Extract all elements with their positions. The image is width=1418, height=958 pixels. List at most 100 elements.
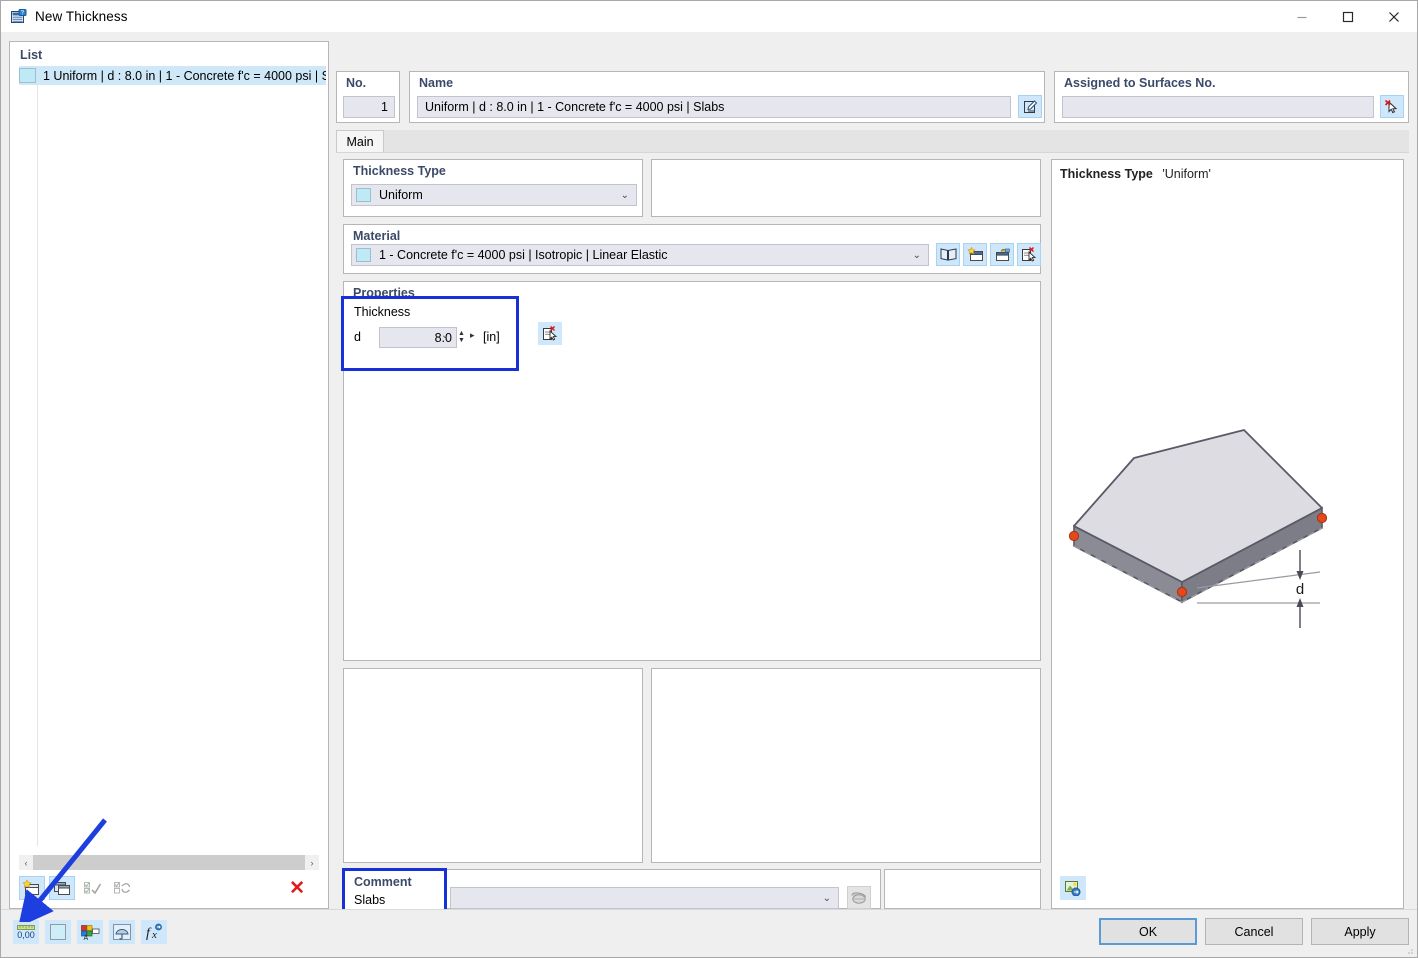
material-library-button[interactable] bbox=[936, 243, 960, 266]
list-toolbar: ✕ bbox=[19, 874, 319, 902]
scroll-left-icon[interactable]: ‹ bbox=[19, 858, 33, 868]
list-item[interactable]: 1 Uniform | d : 8.0 in | 1 - Concrete f'… bbox=[19, 66, 326, 85]
new-material-star-icon[interactable] bbox=[963, 243, 987, 266]
properties-group: Properties Thickness d 8.0 ⌄ ▲ ▼ ▸ [in] bbox=[343, 281, 1041, 661]
preview-image-icon[interactable] bbox=[1060, 876, 1086, 900]
comment-right-panel bbox=[884, 869, 1041, 909]
thickness-type-group: Thickness Type Uniform ⌄ bbox=[343, 159, 643, 217]
chevron-down-icon[interactable]: ⌄ bbox=[441, 330, 449, 341]
thickness-type-info-panel bbox=[651, 159, 1041, 217]
list-horizontal-scrollbar[interactable]: ‹ › bbox=[19, 855, 319, 870]
name-input[interactable]: Uniform | d : 8.0 in | 1 - Concrete f'c … bbox=[417, 96, 1011, 118]
maximize-button[interactable] bbox=[1325, 1, 1371, 32]
thickness-symbol-label: d bbox=[354, 330, 361, 344]
status-bar-icons: 0,00 A bbox=[13, 920, 167, 944]
thickness-highlight-box: Thickness d 8.0 ⌄ ▲ ▼ ▸ [in] bbox=[341, 296, 519, 371]
chevron-down-icon[interactable]: ⌄ bbox=[823, 893, 831, 904]
list-panel: List 1 Uniform | d : 8.0 in | 1 - Concre… bbox=[9, 41, 329, 909]
clear-value-cursor-icon[interactable] bbox=[538, 322, 562, 345]
comment-input[interactable]: ⌄ bbox=[450, 887, 839, 909]
assigned-surfaces-label: Assigned to Surfaces No. bbox=[1064, 76, 1215, 90]
preview-panel: Thickness Type 'Uniform' bbox=[1051, 159, 1404, 909]
svg-text:x: x bbox=[151, 929, 157, 941]
preview-title-prefix: Thickness Type bbox=[1060, 167, 1153, 181]
pick-material-cursor-icon[interactable] bbox=[1017, 243, 1041, 266]
tab-strip: Main bbox=[336, 130, 1409, 152]
thickness-stepper[interactable]: ▲ ▼ bbox=[457, 328, 466, 346]
minimize-button[interactable] bbox=[1279, 1, 1325, 32]
thickness-type-swatch bbox=[356, 188, 371, 202]
delete-thickness-button[interactable]: ✕ bbox=[289, 877, 305, 900]
thickness-group-label: Thickness bbox=[354, 305, 410, 319]
thickness-list[interactable]: 1 Uniform | d : 8.0 in | 1 - Concrete f'… bbox=[19, 66, 326, 846]
thickness-more-arrow-icon[interactable]: ▸ bbox=[470, 330, 475, 341]
formula-button[interactable]: f x bbox=[141, 920, 167, 944]
thickness-color-swatch bbox=[19, 68, 36, 83]
comment-value: Slabs bbox=[354, 893, 385, 907]
window-controls bbox=[1279, 1, 1417, 32]
preview-title: Thickness Type 'Uniform' bbox=[1060, 167, 1211, 181]
main-tab-page: Thickness Type Uniform ⌄ Material 1 - Co… bbox=[336, 152, 1409, 909]
list-panel-title: List bbox=[20, 48, 42, 62]
stepper-down-icon[interactable]: ▼ bbox=[458, 337, 465, 344]
name-group: Name Uniform | d : 8.0 in | 1 - Concrete… bbox=[409, 71, 1045, 123]
apply-button[interactable]: Apply bbox=[1311, 918, 1409, 945]
thickness-window-icon: ? bbox=[11, 9, 27, 25]
thickness-type-select[interactable]: Uniform ⌄ bbox=[351, 184, 637, 206]
pick-cursor-icon[interactable] bbox=[1380, 95, 1404, 118]
thickness-type-label: Thickness Type bbox=[353, 164, 446, 178]
comment-highlight-box: Comment Slabs bbox=[342, 868, 447, 912]
decimal-places-button[interactable]: 0,00 bbox=[13, 920, 39, 944]
dialog-buttons: OK Cancel Apply bbox=[1099, 918, 1409, 945]
scroll-right-icon[interactable]: › bbox=[305, 858, 319, 868]
thickness-preview-illustration: d bbox=[1052, 410, 1403, 670]
lower-left-panel bbox=[343, 668, 643, 863]
material-swatch bbox=[356, 248, 371, 262]
select-all-button[interactable] bbox=[79, 876, 105, 900]
new-thickness-button[interactable] bbox=[19, 876, 45, 900]
material-select[interactable]: 1 - Concrete f'c = 4000 psi | Isotropic … bbox=[351, 244, 929, 266]
comment-label: Comment bbox=[354, 875, 412, 889]
edit-material-icon[interactable] bbox=[990, 243, 1014, 266]
lower-right-panel bbox=[651, 668, 1041, 863]
comment-library-icon[interactable] bbox=[847, 886, 871, 909]
invert-selection-button[interactable] bbox=[109, 876, 135, 900]
material-value: 1 - Concrete f'c = 4000 psi | Isotropic … bbox=[379, 248, 668, 262]
stepper-up-icon[interactable]: ▲ bbox=[458, 330, 465, 337]
preview-title-value: 'Uniform' bbox=[1162, 167, 1211, 181]
close-button[interactable] bbox=[1371, 1, 1417, 32]
material-group: Material 1 - Concrete f'c = 4000 psi | I… bbox=[343, 224, 1041, 274]
number-group: No. 1 bbox=[336, 71, 400, 123]
new-thickness-dialog: ? New Thickness List 1 Uniform | d bbox=[0, 0, 1418, 958]
svg-text:0,00: 0,00 bbox=[17, 930, 35, 940]
thickness-type-value: Uniform bbox=[379, 188, 423, 202]
status-bar: 0,00 A bbox=[1, 909, 1417, 957]
svg-text:d: d bbox=[1296, 581, 1304, 598]
color-swatch-button[interactable] bbox=[45, 920, 71, 944]
material-label: Material bbox=[353, 229, 400, 243]
assigned-surfaces-group: Assigned to Surfaces No. bbox=[1054, 71, 1409, 123]
ok-button[interactable]: OK bbox=[1099, 918, 1197, 945]
assigned-surfaces-input[interactable] bbox=[1062, 96, 1374, 118]
material-buttons bbox=[936, 243, 1041, 266]
thickness-unit-label: [in] bbox=[483, 330, 500, 344]
visibility-button[interactable] bbox=[109, 920, 135, 944]
chevron-down-icon[interactable]: ⌄ bbox=[913, 250, 921, 261]
rename-pencil-icon[interactable] bbox=[1018, 95, 1042, 118]
window-title: New Thickness bbox=[35, 9, 128, 24]
number-label: No. bbox=[346, 76, 366, 90]
tab-main[interactable]: Main bbox=[336, 130, 384, 152]
cancel-button[interactable]: Cancel bbox=[1205, 918, 1303, 945]
scrollbar-thumb[interactable] bbox=[33, 855, 305, 870]
svg-text:A: A bbox=[84, 935, 89, 941]
number-input[interactable]: 1 bbox=[343, 96, 395, 118]
comment-group: Comment Slabs ⌄ bbox=[343, 869, 881, 909]
dialog-body: List 1 Uniform | d : 8.0 in | 1 - Concre… bbox=[1, 32, 1417, 957]
display-props-button[interactable]: A bbox=[77, 920, 103, 944]
title-bar: ? New Thickness bbox=[1, 1, 1417, 32]
list-item-label: 1 Uniform | d : 8.0 in | 1 - Concrete f'… bbox=[43, 69, 326, 83]
resize-grip[interactable] bbox=[1404, 945, 1414, 955]
chevron-down-icon[interactable]: ⌄ bbox=[621, 190, 629, 201]
copy-thickness-button[interactable] bbox=[49, 876, 75, 900]
name-label: Name bbox=[419, 76, 453, 90]
